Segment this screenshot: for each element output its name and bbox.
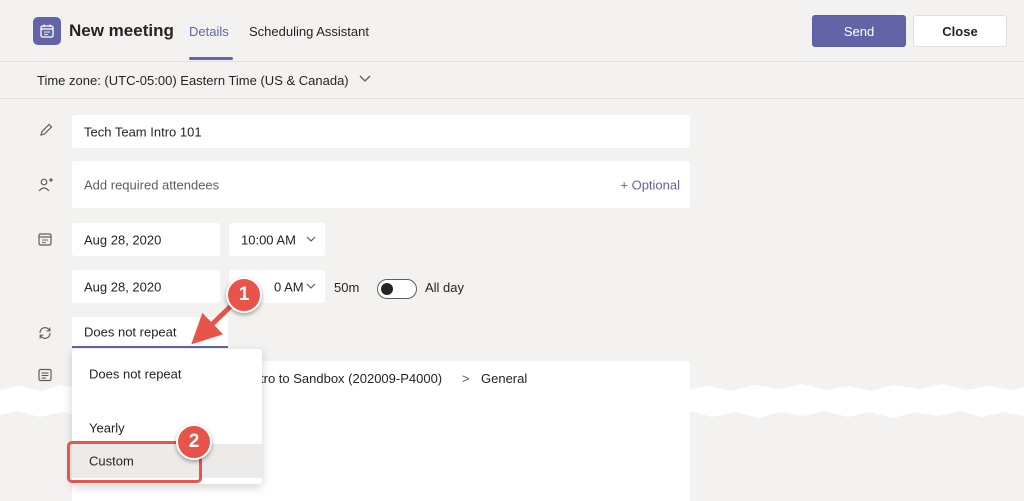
title-field[interactable]: Tech Team Intro 101 [72,115,690,148]
repeat-value: Does not repeat [84,324,177,339]
start-date-value: Aug 28, 2020 [84,232,162,247]
add-person-icon [37,176,55,197]
dropdown-option-does-not-repeat[interactable]: Does not repeat [72,357,262,391]
all-day-toggle[interactable] [377,279,417,299]
repeat-select[interactable]: Does not repeat [72,317,228,348]
callout-badge-2: 2 [176,424,212,460]
end-time-value: 0 AM [274,279,304,294]
chevron-down-icon[interactable] [358,71,372,88]
attendees-placeholder: Add required attendees [84,177,220,192]
title-value: Tech Team Intro 101 [84,124,202,139]
meeting-header: New meeting Details Scheduling Assistant… [0,0,1024,62]
end-date-field[interactable]: Aug 28, 2020 [72,270,220,303]
start-date-field[interactable]: Aug 28, 2020 [72,223,220,256]
send-button[interactable]: Send [812,15,906,47]
callout-badge-1: 1 [226,277,262,313]
tab-details[interactable]: Details [189,24,229,39]
chevron-down-icon [305,280,317,295]
toggle-knob [381,283,393,295]
calendar-app-icon [33,17,61,45]
start-time-field[interactable]: 10:00 AM [229,223,325,256]
attendees-field[interactable]: Add required attendees + Optional [72,161,690,208]
page-title: New meeting [69,21,174,40]
pencil-icon [38,122,54,141]
end-date-value: Aug 28, 2020 [84,279,162,294]
optional-attendees-link[interactable]: + Optional [620,177,680,192]
all-day-label: All day [425,280,465,295]
chevron-down-icon [305,233,317,248]
timezone-label: Time zone: (UTC-05:00) Eastern Time (US … [37,73,349,88]
start-time-value: 10:00 AM [241,232,296,247]
calendar-icon [37,231,53,250]
tab-scheduling-assistant[interactable]: Scheduling Assistant [249,24,369,39]
close-button[interactable]: Close [913,15,1007,47]
duration-label: 50m [334,280,360,295]
dropdown-option-yearly[interactable]: Yearly [72,411,262,445]
timezone-bar[interactable]: Time zone: (UTC-05:00) Eastern Time (US … [0,62,1024,99]
repeat-icon [37,325,53,344]
tab-active-indicator [189,57,233,60]
